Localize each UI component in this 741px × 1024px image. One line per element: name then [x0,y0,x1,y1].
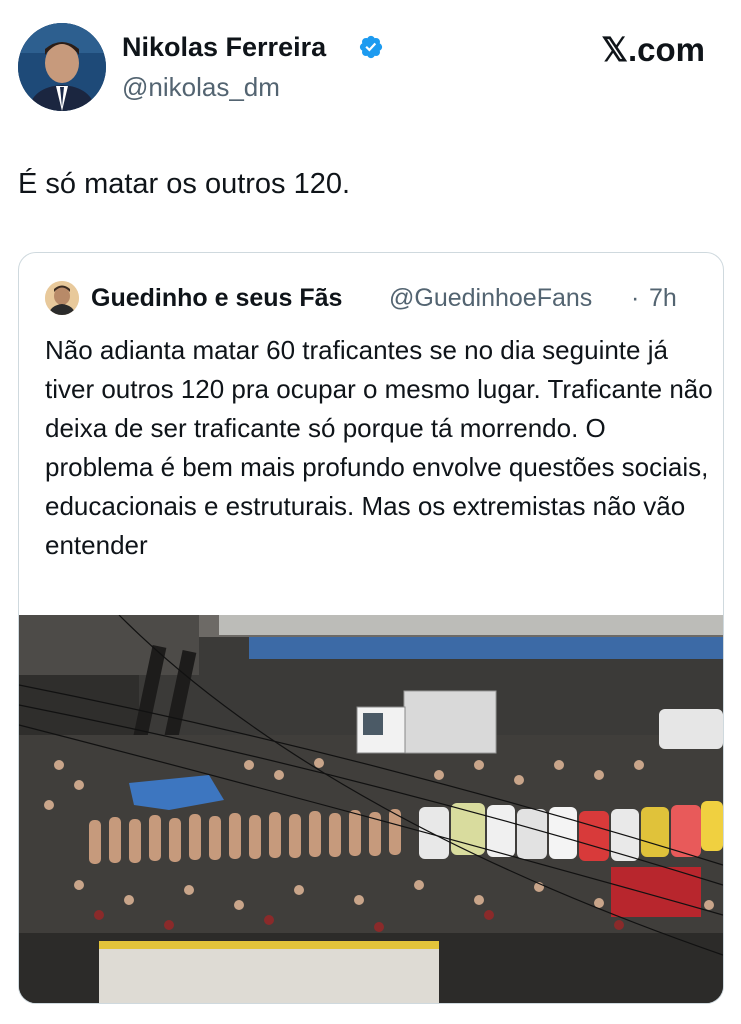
quoted-author-name[interactable]: Guedinho e seus Fãs [91,284,342,313]
quoted-avatar-image [45,281,79,315]
tweet-text: É só matar os outros 120. [18,168,351,200]
aerial-street-photo [19,615,723,1003]
author-avatar[interactable] [18,23,106,111]
verified-badge-icon [359,35,383,59]
quoted-tweet-card[interactable]: Guedinho e seus Fãs @GuedinhoeFans · 7h … [18,252,724,1004]
author-avatar-image [18,23,106,111]
quoted-tweet-text: Não adianta matar 60 traficantes se no d… [45,335,713,560]
quoted-author-handle[interactable]: @GuedinhoeFans [389,284,592,313]
quoted-media-photo[interactable] [19,615,723,1003]
quoted-author-avatar[interactable] [45,281,79,315]
brand-logo: 𝕏.com [601,31,705,68]
author-name[interactable]: Nikolas Ferreira [122,32,326,63]
author-handle[interactable]: @nikolas_dm [122,72,280,103]
quoted-timestamp[interactable]: 7h [649,284,677,313]
quoted-separator: · [631,284,640,312]
